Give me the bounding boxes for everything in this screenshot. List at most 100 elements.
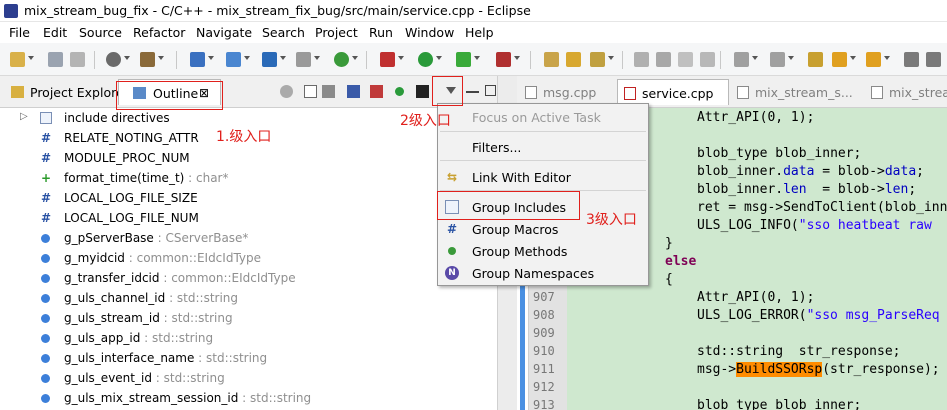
line-number: 910 [533, 344, 555, 358]
list-item[interactable]: g_pServerBase : CServerBase* [0, 228, 497, 248]
hide-fields-icon[interactable] [347, 85, 360, 98]
menu-file[interactable]: File [9, 25, 30, 40]
macro-icon: # [40, 191, 52, 205]
outline-tree: ▷ include directives # RELATE_NOTING_ATT… [0, 108, 497, 410]
item-name: g_uls_event_id : std::string [64, 371, 225, 385]
item-name: RELATE_NOTING_ATTR [64, 131, 199, 145]
paragraph-icon[interactable] [700, 52, 715, 67]
menu-item-group-namespaces[interactable]: N Group Namespaces [438, 262, 648, 284]
collapse-all-icon[interactable] [304, 85, 317, 98]
code-line: { [665, 272, 673, 287]
new-source-icon[interactable] [262, 52, 277, 67]
tab-label: mix_stream_s... [755, 85, 853, 100]
minimize-icon[interactable] [466, 91, 479, 93]
item-name: g_uls_app_id : std::string [64, 331, 214, 345]
menu-item-focus-active-task[interactable]: Focus on Active Task [438, 106, 648, 128]
last-edit-icon[interactable] [808, 52, 823, 67]
variable-icon [41, 314, 50, 323]
list-item[interactable]: g_myidcid : common::EIdcIdType [0, 248, 497, 268]
tab-service-cpp[interactable]: service.cpp [617, 79, 729, 105]
code-line: blob_type blob_inner; [697, 146, 862, 161]
back-arrow-icon[interactable] [832, 52, 847, 67]
menu-refactor[interactable]: Refactor [133, 25, 185, 40]
menu-navigate[interactable]: Navigate [196, 25, 252, 40]
tab-label: msg.cpp [543, 85, 597, 100]
item-name: include directives [64, 111, 170, 125]
list-item[interactable]: g_uls_mix_stream_session_id : std::strin… [0, 388, 497, 408]
menu-separator [440, 160, 646, 161]
c-file-icon [525, 86, 537, 99]
menu-bar: File Edit Source Refactor Navigate Searc… [0, 22, 947, 43]
list-item[interactable]: g_uls_event_id : std::string [0, 368, 497, 388]
expand-arrow-icon[interactable]: ▷ [20, 111, 28, 122]
tab-mix-stream-s[interactable]: mix_stream_s... [731, 79, 861, 105]
tools-icon[interactable] [380, 52, 395, 67]
list-item[interactable]: g_uls_stream_id : std::string [0, 308, 497, 328]
menu-item-link-with-editor[interactable]: ⇆ Link With Editor [438, 166, 648, 188]
code-line: Attr_API(0, 1); [697, 290, 815, 305]
hierarchy-icon[interactable] [280, 85, 293, 98]
code-line: msg->BuildSSORsp(str_response); [697, 362, 940, 377]
next-annotation-icon[interactable] [734, 52, 749, 67]
tab-mix-stream[interactable]: mix_stream... [865, 79, 947, 105]
new-folder-icon[interactable] [226, 52, 241, 67]
gear-build-icon[interactable] [106, 52, 121, 67]
menu-item-filters[interactable]: Filters... [438, 136, 648, 158]
pin-icon[interactable] [904, 52, 919, 67]
new-class-icon[interactable] [190, 52, 205, 67]
code-line: blob_inner.data = blob->data; [697, 164, 924, 179]
menu-edit[interactable]: Edit [43, 25, 67, 40]
sort-alpha-icon[interactable] [322, 85, 335, 98]
run-external-icon[interactable] [456, 52, 471, 67]
whitespace-icon[interactable] [678, 52, 693, 67]
list-item[interactable]: g_uls_app_id : std::string [0, 328, 497, 348]
list-item[interactable]: # LOCAL_LOG_FILE_SIZE [0, 188, 497, 208]
tab-msg-cpp[interactable]: msg.cpp [519, 79, 615, 105]
code-line: ret = msg->SendToClient(blob_inn [697, 200, 947, 215]
menu-project[interactable]: Project [315, 25, 358, 40]
more-icon[interactable] [926, 52, 941, 67]
menu-item-group-methods[interactable]: Group Methods [438, 240, 648, 262]
open-folder-icon[interactable] [566, 52, 581, 67]
list-item[interactable]: g_transfer_idcid : common::EIdcIdType [0, 268, 497, 288]
open-type-icon[interactable] [544, 52, 559, 67]
maximize-icon[interactable] [485, 85, 496, 96]
item-name: g_uls_interface_name : std::string [64, 351, 268, 365]
menu-source[interactable]: Source [79, 25, 122, 40]
save-all-icon[interactable] [70, 52, 85, 67]
menu-help[interactable]: Help [465, 25, 494, 40]
hide-macros-icon[interactable] [416, 85, 429, 98]
toggle-mark-icon[interactable] [634, 52, 649, 67]
eclipse-app-icon [4, 4, 18, 18]
run-icon[interactable] [418, 52, 433, 67]
forward-arrow-icon[interactable] [866, 52, 881, 67]
hide-static-icon[interactable] [370, 85, 383, 98]
c-file-icon [624, 87, 636, 100]
menu-search[interactable]: Search [262, 25, 305, 40]
h-file-icon [871, 86, 883, 99]
list-item[interactable]: g_uls_channel_id : std::string [0, 288, 497, 308]
list-item[interactable]: g_uls_interface_name : std::string [0, 348, 497, 368]
menu-window[interactable]: Window [405, 25, 454, 40]
list-item[interactable]: # LOCAL_LOG_FILE_NUM [0, 208, 497, 228]
new-icon[interactable] [10, 52, 25, 67]
menu-run[interactable]: Run [369, 25, 393, 40]
debug-icon[interactable] [334, 52, 349, 67]
method-icon [448, 247, 456, 255]
variable-icon [41, 294, 50, 303]
prev-annotation-icon[interactable] [770, 52, 785, 67]
tab-project-explorer[interactable]: Project Explorer [2, 79, 129, 105]
menu-item-label: Group Macros [472, 222, 559, 237]
save-icon[interactable] [48, 52, 63, 67]
list-item[interactable]: + format_time(time_t) : char* [0, 168, 497, 188]
external-tools-icon[interactable] [496, 52, 511, 67]
item-name: LOCAL_LOG_FILE_SIZE [64, 191, 198, 205]
toggle-block-icon[interactable] [656, 52, 671, 67]
list-item[interactable]: # MODULE_PROC_NUM [0, 148, 497, 168]
brush-icon[interactable] [590, 52, 605, 67]
item-name: g_uls_channel_id : std::string [64, 291, 239, 305]
hide-non-public-icon[interactable] [395, 87, 404, 96]
new-file-icon[interactable] [296, 52, 311, 67]
code-line: blob_type blob_inner; [697, 398, 862, 410]
hammer-icon[interactable] [140, 52, 155, 67]
